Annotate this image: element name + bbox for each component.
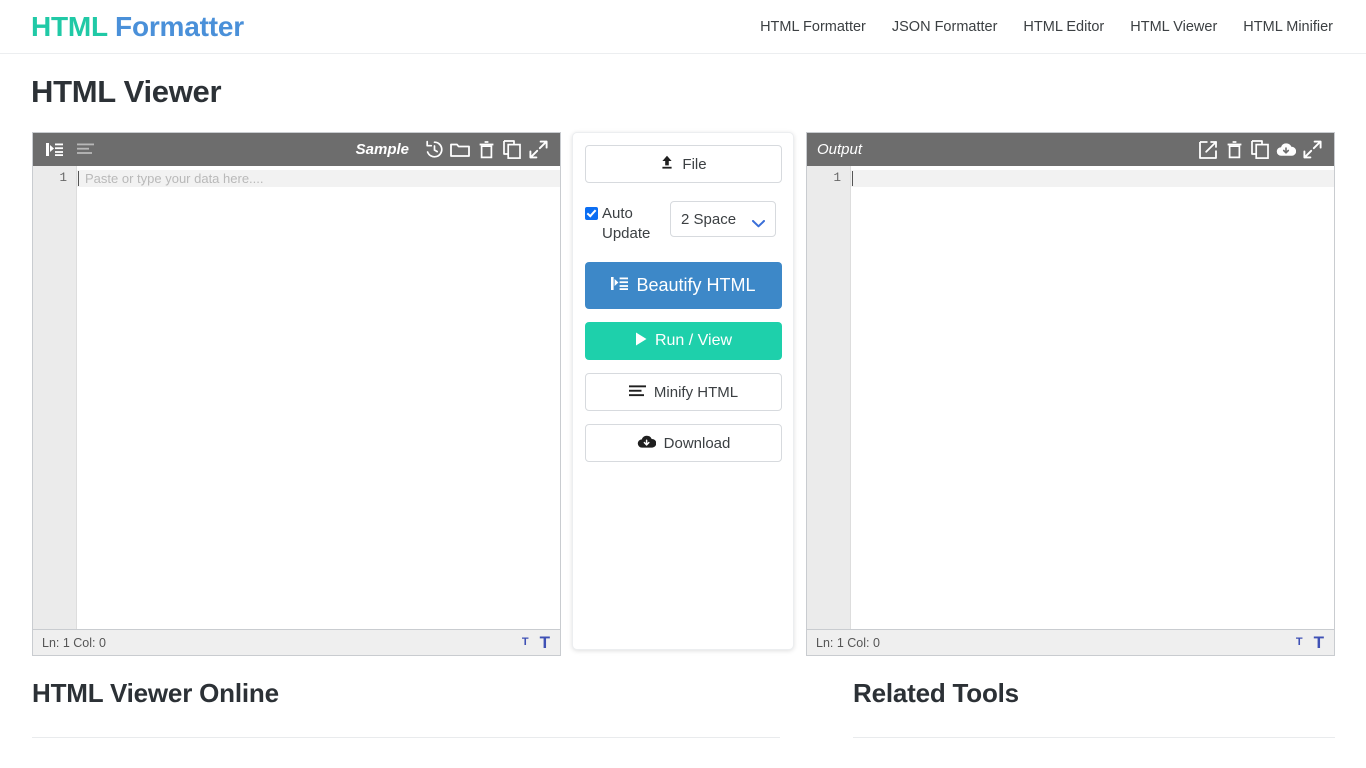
download-button[interactable]: Download: [585, 424, 782, 462]
workspace: Sample 1 Paste or type your data here...…: [0, 132, 1366, 656]
output-caret: [852, 171, 853, 186]
brand-logo-part1: HTML: [31, 10, 108, 42]
output-cursor-position: Ln: 1 Col: 0: [816, 635, 880, 650]
align-lines-icon[interactable]: [72, 138, 98, 162]
section-left-divider: [32, 737, 780, 738]
output-active-line-highlight: [851, 170, 1334, 187]
output-panel-toolbar: Output: [807, 133, 1334, 166]
file-upload-button[interactable]: File: [585, 145, 782, 183]
minify-html-label: Minify HTML: [653, 383, 739, 401]
file-upload-label: File: [682, 155, 707, 173]
open-external-icon[interactable]: [1195, 138, 1221, 162]
history-icon[interactable]: [421, 138, 447, 162]
sample-label[interactable]: Sample: [356, 141, 409, 158]
chevron-down-icon: [752, 215, 765, 228]
auto-update-control[interactable]: Auto Update: [585, 201, 660, 244]
output-panel-title: Output: [817, 141, 863, 158]
output-expand-icon[interactable]: [1299, 138, 1325, 162]
output-editor-area[interactable]: 1: [807, 166, 1334, 629]
output-line-number: 1: [833, 171, 841, 185]
output-cloud-download-icon[interactable]: [1273, 138, 1299, 162]
indent-size-select[interactable]: 2 Space: [670, 201, 776, 237]
minify-html-button[interactable]: Minify HTML: [585, 373, 782, 411]
main-navigation: HTML Formatter JSON Formatter HTML Edito…: [760, 19, 1335, 35]
section-html-viewer-online: HTML Viewer Online: [32, 678, 780, 738]
play-icon: [635, 332, 647, 351]
output-statusbar: Ln: 1 Col: 0 T T: [807, 629, 1334, 655]
section-related-tools: Related Tools: [853, 678, 1335, 738]
input-panel-toolbar: Sample: [33, 133, 560, 166]
output-decrease-font-size-icon[interactable]: T: [1296, 637, 1303, 648]
nav-item-html-minifier[interactable]: HTML Minifier: [1243, 19, 1333, 35]
section-left-heading: HTML Viewer Online: [32, 678, 279, 708]
trash-icon[interactable]: [473, 138, 499, 162]
minify-icon: [628, 384, 646, 401]
section-right-heading: Related Tools: [853, 678, 1019, 708]
input-editor-area[interactable]: 1 Paste or type your data here....: [33, 166, 560, 629]
indent-size-value: 2 Space: [681, 210, 737, 228]
run-view-label: Run / View: [654, 332, 733, 349]
expand-icon[interactable]: [525, 138, 551, 162]
beautify-html-label: Beautify HTML: [636, 275, 756, 295]
output-panel: Output 1 Ln: 1 Col: 0 T T: [806, 132, 1335, 656]
nav-item-html-formatter[interactable]: HTML Formatter: [760, 19, 866, 35]
upload-icon: [660, 155, 674, 174]
output-trash-icon[interactable]: [1221, 138, 1247, 162]
control-panel: File Auto Update 2 Space Beautify HTML R…: [572, 132, 794, 650]
brand-logo[interactable]: HTML Formatter: [31, 11, 244, 43]
decrease-font-size-icon[interactable]: T: [522, 637, 529, 648]
run-view-button[interactable]: Run / View: [585, 322, 782, 360]
page-title: HTML Viewer: [31, 74, 222, 109]
input-caret: [78, 171, 79, 186]
output-gutter: 1: [807, 166, 851, 629]
input-cursor-position: Ln: 1 Col: 0: [42, 635, 106, 650]
input-panel: Sample 1 Paste or type your data here...…: [32, 132, 561, 656]
indent-icon[interactable]: [41, 138, 67, 162]
output-code-area[interactable]: [851, 166, 1334, 629]
auto-update-label: Auto Update: [602, 205, 651, 242]
folder-icon[interactable]: [447, 138, 473, 162]
increase-font-size-icon[interactable]: T: [540, 634, 550, 651]
bottom-sections: HTML Viewer Online Related Tools: [0, 678, 1366, 768]
auto-update-checkbox[interactable]: [585, 207, 598, 220]
brand-logo-part2: Formatter: [115, 10, 244, 42]
download-label: Download: [663, 434, 731, 452]
input-gutter: 1: [33, 166, 77, 629]
input-statusbar: Ln: 1 Col: 0 T T: [33, 629, 560, 655]
cloud-download-icon: [637, 434, 656, 453]
output-copy-icon[interactable]: [1247, 138, 1273, 162]
section-right-divider: [853, 737, 1335, 738]
input-line-number: 1: [59, 171, 67, 185]
input-placeholder: Paste or type your data here....: [85, 171, 264, 186]
copy-icon[interactable]: [499, 138, 525, 162]
output-increase-font-size-icon[interactable]: T: [1314, 634, 1324, 651]
nav-item-html-editor[interactable]: HTML Editor: [1023, 19, 1104, 35]
nav-item-json-formatter[interactable]: JSON Formatter: [892, 19, 998, 35]
nav-item-html-viewer[interactable]: HTML Viewer: [1130, 19, 1217, 35]
options-row: Auto Update 2 Space: [585, 201, 781, 244]
top-header: HTML Formatter HTML Formatter JSON Forma…: [0, 0, 1366, 54]
input-code-area[interactable]: Paste or type your data here....: [77, 166, 560, 629]
beautify-indent-icon: [611, 275, 629, 296]
beautify-html-button[interactable]: Beautify HTML: [585, 262, 782, 309]
